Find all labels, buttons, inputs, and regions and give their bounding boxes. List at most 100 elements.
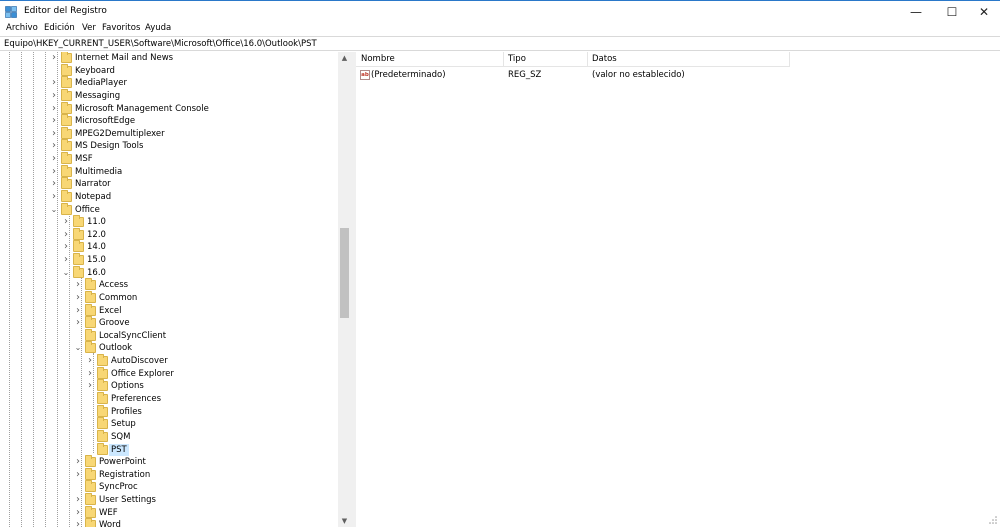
tree-item[interactable]: › Access [74,278,330,291]
chevron-right-icon[interactable]: › [50,77,58,89]
tree-item[interactable]: › PowerPoint [74,455,330,468]
chevron-right-icon[interactable]: › [74,494,82,506]
chevron-right-icon[interactable]: › [50,90,58,102]
chevron-right-icon[interactable]: › [74,292,82,304]
tree-item[interactable]: › 14.0 [62,240,330,253]
tree-item[interactable]: › Common [74,290,330,304]
chevron-right-icon[interactable]: › [86,355,94,367]
column-separator[interactable] [789,52,790,66]
tree-item[interactable]: Profiles [86,404,330,418]
scroll-down-arrow-icon[interactable]: ▼ [338,515,351,527]
chevron-right-icon[interactable]: › [74,279,82,291]
tree-item[interactable]: › MediaPlayer [50,76,330,89]
key-tree-pane[interactable]: › Internet Mail and News Keyboard › MediaPla… [0,52,351,527]
chevron-right-icon[interactable]: › [74,469,82,481]
tree-item[interactable]: Keyboard [50,63,330,77]
chevron-right-icon[interactable]: › [62,216,70,228]
chevron-right-icon[interactable]: › [74,317,82,329]
tree-item[interactable]: › Options [86,379,330,392]
tree-item[interactable]: Setup [86,417,330,430]
chevron-right-icon[interactable]: › [86,380,94,392]
tree-item[interactable]: › MicrosoftEdge [50,114,330,127]
tree-item[interactable]: › 15.0 [62,253,330,266]
chevron-right-icon[interactable]: › [74,305,82,317]
address-bar[interactable]: Equipo\HKEY_CURRENT_USER\Software\Micros… [0,36,1000,51]
chevron-right-icon[interactable]: › [50,128,58,140]
tree-item[interactable]: › 11.0 [62,215,330,228]
tree-item[interactable]: › Registration [74,467,330,481]
chevron-right-icon[interactable]: › [62,241,70,253]
tree-item[interactable]: ⌄ Outlook [74,341,330,354]
column-header-tipo[interactable]: Tipo [508,54,526,64]
minimize-button[interactable]: — [898,1,934,22]
column-separator[interactable] [503,52,504,66]
chevron-down-icon[interactable]: ⌄ [74,342,82,354]
value-row[interactable]: ab (Predeterminado) REG_SZ (valor no est… [356,69,1000,81]
tree-item-label: WEF [99,507,118,518]
chevron-right-icon[interactable]: › [74,456,82,468]
tree-item[interactable]: › MSF [50,152,330,165]
resize-grip-icon[interactable] [988,515,998,525]
tree-item[interactable]: › User Settings [74,493,330,506]
tree-item[interactable]: › Multimedia [50,164,330,178]
chevron-right-icon[interactable]: › [50,52,58,64]
tree-item[interactable]: › MS Design Tools [50,139,330,152]
chevron-right-icon[interactable]: › [50,191,58,203]
menu-favoritos[interactable]: Favoritos [102,23,140,33]
chevron-right-icon[interactable]: › [74,519,82,527]
tree-item[interactable]: › Groove [74,316,330,329]
tree-item-label: Common [99,292,138,303]
tree-item[interactable]: SyncProc [74,480,330,493]
maximize-button[interactable]: ☐ [934,1,970,22]
tree-item[interactable]: › Messaging [50,88,330,102]
tree-item[interactable]: › MPEG2Demultiplexer [50,126,330,140]
column-separator[interactable] [587,52,588,66]
values-list-pane[interactable]: Nombre Tipo Datos ab (Predeterminado) RE… [356,52,1000,527]
tree-item[interactable]: › Notepad [50,189,330,203]
tree-scrollbar[interactable]: ▲ ▼ [338,52,351,527]
chevron-right-icon[interactable]: › [50,166,58,178]
chevron-down-icon[interactable]: ⌄ [50,204,58,216]
menu-ayuda[interactable]: Ayuda [145,23,171,33]
chevron-right-icon[interactable]: › [50,115,58,127]
tree-item[interactable]: › Word [74,518,330,527]
maximize-icon: ☐ [946,4,958,19]
tree-item-label: Options [111,381,144,392]
tree-item[interactable]: Preferences [86,392,330,405]
tree-item[interactable]: SQM [86,429,330,443]
chevron-right-icon[interactable]: › [50,178,58,190]
tree-item[interactable]: › Narrator [50,177,330,190]
tree-item-label: 12.0 [87,229,106,240]
chevron-right-icon[interactable]: › [50,103,58,115]
folder-icon [85,480,96,493]
tree-item[interactable]: › Internet Mail and News [50,52,330,64]
tree-item[interactable]: › AutoDiscover [86,354,330,367]
scroll-up-arrow-icon[interactable]: ▲ [338,52,351,64]
tree-item[interactable]: PST [86,442,330,456]
folder-icon [85,493,96,506]
tree-item[interactable]: LocalSyncClient [74,328,330,342]
tree-item[interactable]: › Microsoft Management Console [50,101,330,115]
tree-item[interactable]: › Excel [74,303,330,317]
tree-item[interactable]: › WEF [74,505,330,519]
chevron-right-icon[interactable]: › [50,153,58,165]
tree-item[interactable]: ⌄ 16.0 [62,265,330,279]
chevron-down-icon[interactable]: ⌄ [62,267,70,279]
menu-archivo[interactable]: Archivo [6,23,38,33]
chevron-right-icon[interactable]: › [50,140,58,152]
tree-item[interactable]: › 12.0 [62,227,330,241]
address-path[interactable]: Equipo\HKEY_CURRENT_USER\Software\Micros… [4,39,317,49]
column-header-datos[interactable]: Datos [592,54,617,64]
tree-item[interactable]: › Office Explorer [86,366,330,380]
menu-ver[interactable]: Ver [82,23,96,33]
chevron-right-icon[interactable]: › [86,368,94,380]
column-header-nombre[interactable]: Nombre [361,54,395,64]
menu-bar: Archivo Edición Ver Favoritos Ayuda [0,22,1000,36]
scroll-thumb[interactable] [340,228,349,318]
menu-edicion[interactable]: Edición [44,23,75,33]
chevron-right-icon[interactable]: › [74,507,82,519]
chevron-right-icon[interactable]: › [62,254,70,266]
chevron-right-icon[interactable]: › [62,229,70,241]
tree-item[interactable]: ⌄ Office [50,202,330,216]
close-button[interactable]: ✕ [966,1,1000,22]
